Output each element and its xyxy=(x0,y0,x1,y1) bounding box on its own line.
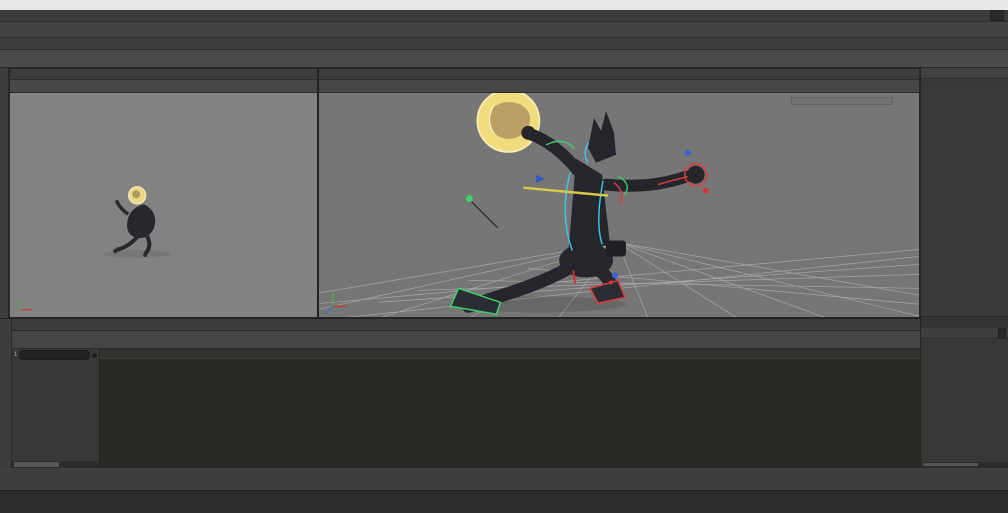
filter-count: 1 xyxy=(14,352,17,358)
outliner-hscrollbar[interactable] xyxy=(12,461,99,468)
main-menubar xyxy=(0,10,1008,22)
channel-box-node-name[interactable] xyxy=(921,79,1008,88)
workspace-selector[interactable] xyxy=(987,10,1008,21)
viewport-side-menubar xyxy=(10,69,317,80)
pole-vector-handle xyxy=(466,195,473,202)
side-scene xyxy=(10,93,317,317)
viewport-persp-toolbar xyxy=(319,80,919,93)
glow-ball xyxy=(477,93,539,152)
viewport-persp-menubar xyxy=(319,69,919,80)
shelf xyxy=(0,50,1008,68)
layer-editor-tabs xyxy=(921,317,1008,328)
viewport-persp[interactable] xyxy=(318,68,920,318)
viewport-persp-canvas[interactable] xyxy=(319,93,919,317)
layer-editor xyxy=(921,316,1008,467)
search-options-icon[interactable] xyxy=(92,353,97,358)
channel-box-menubar xyxy=(921,68,1008,79)
graph-editor-time-ruler[interactable] xyxy=(100,349,920,359)
animation-curves[interactable] xyxy=(100,359,920,468)
shelf-tabs xyxy=(0,38,1008,50)
channel-box xyxy=(921,68,1008,316)
persp-scene xyxy=(319,93,919,317)
status-line xyxy=(0,22,1008,38)
viewport-side-canvas[interactable] xyxy=(10,93,317,317)
graph-editor-plot[interactable] xyxy=(100,349,920,468)
mini-character-body xyxy=(127,204,155,238)
channel-search-input[interactable] xyxy=(19,350,90,360)
window-titlebar xyxy=(0,0,1008,10)
playback-toolbar xyxy=(0,467,1008,490)
viewport-side[interactable] xyxy=(9,68,318,318)
viewport-side-toolbar xyxy=(10,80,317,93)
axis-gizmo xyxy=(325,292,347,314)
time-slider[interactable] xyxy=(0,490,1008,513)
layer-editor-scrollbar[interactable] xyxy=(921,462,1008,467)
layer-weight-field[interactable] xyxy=(998,328,1006,338)
right-dock xyxy=(920,68,1008,467)
maya-window: 1 xyxy=(0,0,1008,513)
axis-gizmo xyxy=(20,298,32,310)
graph-editor-outliner: 1 xyxy=(12,349,100,468)
graph-editor-toolbar xyxy=(12,331,920,349)
graph-editor-side-strip xyxy=(0,319,12,468)
tool-box xyxy=(0,68,9,318)
graph-editor-panel: 1 xyxy=(0,318,920,468)
graph-editor-menubar xyxy=(12,319,920,331)
workspace-value[interactable] xyxy=(990,10,1004,21)
hip-arrow xyxy=(536,175,544,183)
character-picker-overlay xyxy=(791,97,893,105)
